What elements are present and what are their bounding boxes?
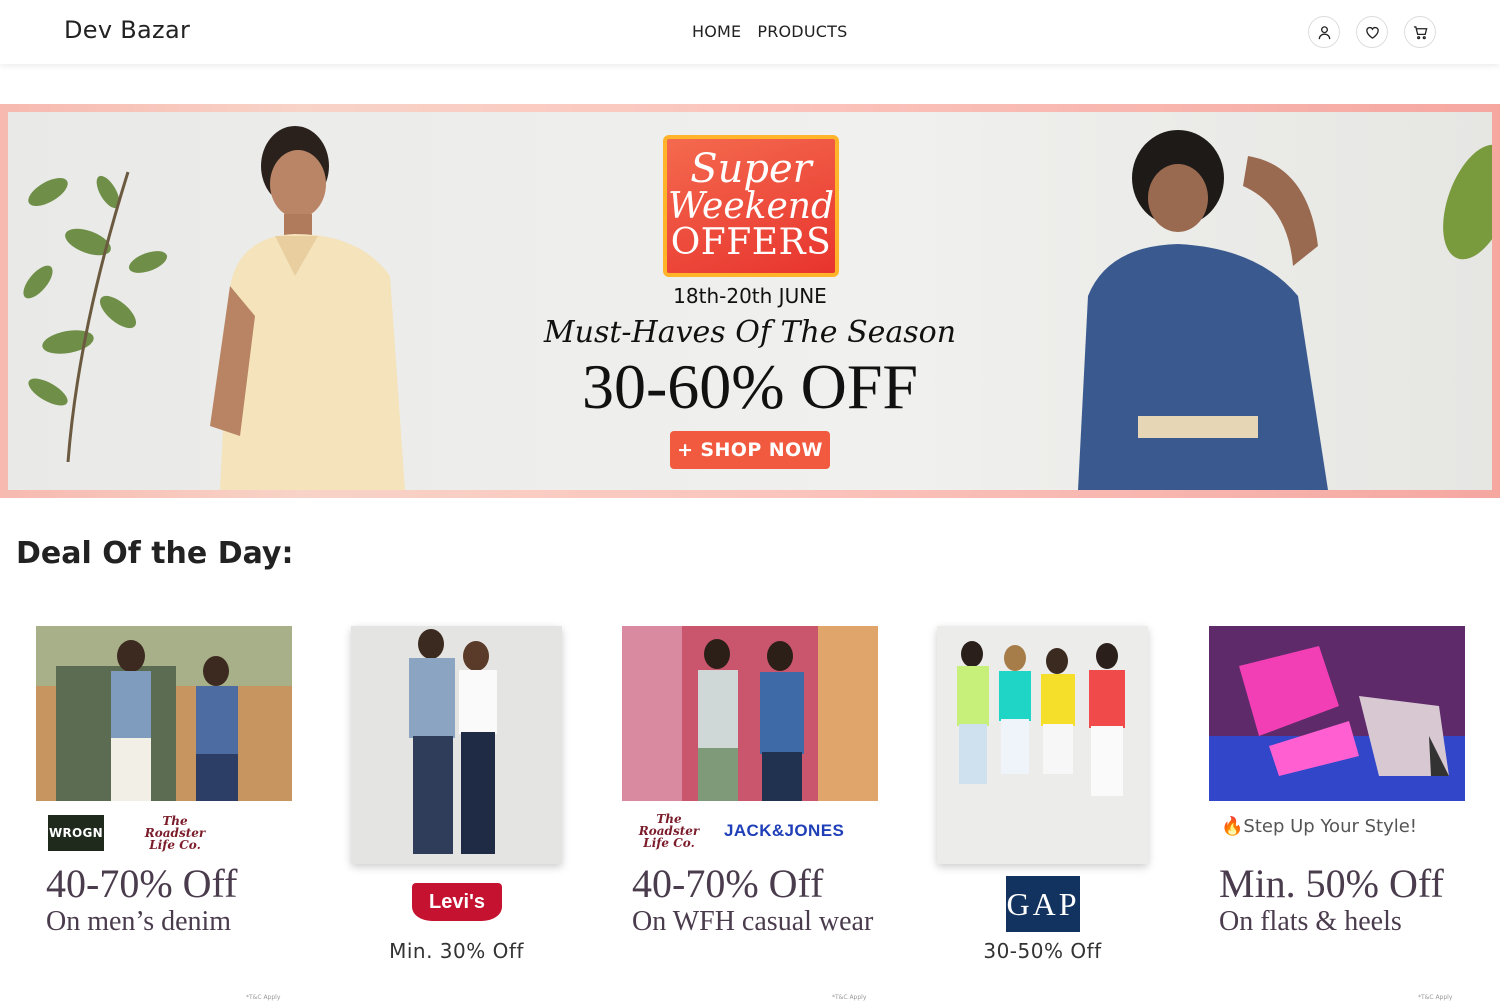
main-nav: HOME PRODUCTS [692,22,847,41]
deal-offer: Min. 30% Off [389,939,524,963]
deal-card-wrogn[interactable]: WROGN The Roadster Life Co. 40-70% Off O… [36,626,292,1000]
nav-link-home[interactable]: HOME [692,22,741,41]
wrogn-logo: WROGN [48,815,104,851]
deal-card-gap[interactable]: GAP 30-50% Off [937,626,1148,1000]
deal-image [1209,626,1465,801]
brand-logos: The Roadster Life Co. JACK&JONES [634,813,844,849]
heart-icon [1365,26,1379,39]
deal-kicker: 🔥Step Up Your Style! [1221,816,1417,837]
deal-card-levis[interactable]: Levi's Min. 30% Off [351,626,562,1000]
deal-headline: Min. 50% Off [1219,861,1444,906]
offer-badge: Super Weekend OFFERS [663,135,839,277]
badge-line-3: OFFERS [670,222,832,263]
navbar: Dev Bazar HOME PRODUCTS [0,0,1500,64]
deal-image [622,626,878,801]
banner-tagline: Must-Haves Of The Season [543,315,957,350]
shop-now-button[interactable]: + SHOP NOW [670,431,830,469]
roadster-logo: The Roadster Life Co. [638,812,700,850]
user-icon [1318,25,1330,39]
deal-kicker-text: Step Up Your Style! [1243,816,1418,837]
gap-logo: GAP [1006,876,1080,932]
foliage-left [23,171,168,462]
levis-logo: Levi's [412,883,502,921]
deal-image [937,626,1148,864]
nav-icons [1308,16,1436,48]
wishlist-button[interactable] [1356,16,1388,48]
roadster-logo: The Roadster Life Co. [144,814,206,852]
brand-logos: WROGN The Roadster Life Co. [48,815,210,851]
banner-discount: 30-60% OFF [581,351,919,422]
badge-line-2: Weekend [667,186,835,227]
cart-button[interactable] [1404,16,1436,48]
deal-subtitle: On men’s denim [46,906,232,937]
male-model [210,126,405,490]
flame-icon: 🔥 [1221,816,1244,837]
jack-jones-logo: JACK&JONES [724,821,845,840]
offer-date: 18th-20th JUNE [673,284,827,308]
deal-card-roadster-jj[interactable]: The Roadster Life Co. JACK&JONES 40-70% … [622,626,878,1000]
badge-line-1: Super [690,146,812,192]
deal-card-footwear[interactable]: 🔥Step Up Your Style! Min. 50% Off On fla… [1209,626,1465,1000]
deal-subtitle: On flats & heels [1219,906,1402,937]
brand-logo[interactable]: Dev Bazar [64,16,190,44]
deal-headline: 40-70% Off [632,861,824,906]
hero-banner[interactable]: Super Weekend OFFERS 18th-20th JUNE Must… [0,104,1500,498]
deal-image [351,626,562,864]
foliage-right [1443,144,1492,260]
deal-image [36,626,292,801]
deal-subtitle: On WFH casual wear [632,906,874,937]
section-title: Deal Of the Day: [16,536,294,571]
deal-headline: 40-70% Off [46,861,238,906]
nav-link-products[interactable]: PRODUCTS [757,22,847,41]
account-button[interactable] [1308,16,1340,48]
banner-image: Super Weekend OFFERS 18th-20th JUNE Must… [8,112,1492,490]
deal-offer: 30-50% Off [983,939,1102,963]
female-model [1078,130,1328,490]
cart-icon [1413,25,1427,39]
